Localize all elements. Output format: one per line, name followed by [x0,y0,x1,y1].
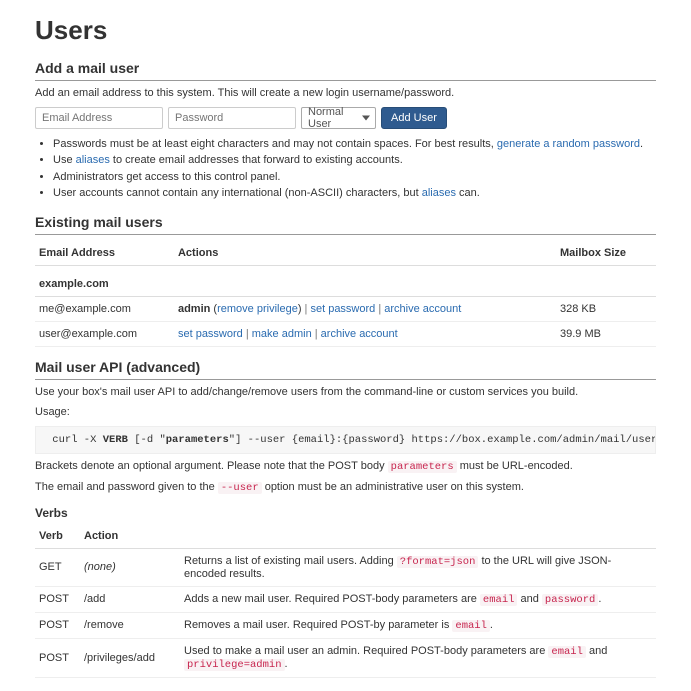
param-code: password [542,594,598,606]
col-action: Action [80,524,180,549]
make-admin-link[interactable]: make admin [252,328,312,340]
password-field[interactable] [168,107,296,129]
user-opt-code: --user [218,482,262,494]
add-user-button[interactable]: Add User [381,107,447,129]
verb-action: /add [80,586,180,612]
verb-desc: Adds a new mail user. Required POST-body… [180,586,656,612]
privilege-select[interactable]: Normal User [301,107,376,129]
param-code: ?format=json [397,556,479,568]
col-size: Mailbox Size [556,241,656,266]
verb-desc: Removes a mail user. Required POST-by pa… [180,612,656,638]
table-row: user@example.com set password | make adm… [35,321,656,346]
verb-method: GET [35,548,80,586]
verb-desc: Returns a list of existing mail users. A… [180,548,656,586]
page-title: Users [35,15,656,46]
verb-action: /privileges/add [80,638,180,677]
verb-method: POST [35,586,80,612]
domain-name: example.com [35,265,656,296]
param-code: privilege=admin [184,659,285,671]
privilege-selected: Normal User [308,106,357,130]
user-actions: set password | make admin | archive acco… [174,321,556,346]
verb-action: /remove [80,612,180,638]
note-intl: User accounts cannot contain any interna… [53,186,656,201]
col-actions: Actions [174,241,556,266]
archive-link[interactable]: archive account [384,303,461,315]
existing-heading: Existing mail users [35,214,656,235]
col-verb: Verb [35,524,80,549]
param-code: email [480,594,518,606]
verb-method: POST [35,638,80,677]
curl-example: curl -X VERB [-d "parameters"] --user {e… [35,426,656,454]
verb-row: POST/privileges/addUsed to make a mail u… [35,638,656,677]
mailbox-size: 328 KB [556,296,656,321]
email-field[interactable] [35,107,163,129]
archive-link[interactable]: archive account [321,328,398,340]
user-email: user@example.com [35,321,174,346]
api-usage-label: Usage: [35,406,656,418]
mailbox-size: 39.9 MB [556,321,656,346]
note-admins: Administrators get access to this contro… [53,170,656,185]
user-actions: admin (remove privilege) | set password … [174,296,556,321]
verb-action: (none) [80,548,180,586]
verb-row: GET(none)Returns a list of existing mail… [35,548,656,586]
add-user-notes: Passwords must be at least eight charact… [35,137,656,202]
note-password: Passwords must be at least eight charact… [53,137,656,152]
verb-row: POST/removeRemoves a mail user. Required… [35,612,656,638]
domain-row: example.com [35,265,656,296]
params-code: parameters [388,461,457,473]
generate-password-link[interactable]: generate a random password [497,138,640,150]
param-code: email [452,620,490,632]
aliases-link-2[interactable]: aliases [422,187,456,199]
table-row: me@example.com admin (remove privilege) … [35,296,656,321]
aliases-link[interactable]: aliases [76,154,110,166]
param-code: email [548,646,586,658]
add-user-heading: Add a mail user [35,60,656,81]
remove-privilege-link[interactable]: remove privilege [217,303,298,315]
verb-row: POST/addAdds a new mail user. Required P… [35,586,656,612]
api-intro: Use your box's mail user API to add/chan… [35,386,656,398]
admin-badge: admin [178,303,210,315]
verb-method: POST [35,612,80,638]
api-heading: Mail user API (advanced) [35,359,656,380]
add-user-form: Normal User Add User [35,107,656,129]
api-brackets-note: Brackets denote an optional argument. Pl… [35,460,656,473]
verb-desc: Used to make a mail user an admin. Requi… [180,638,656,677]
col-email: Email Address [35,241,174,266]
set-password-link[interactable]: set password [310,303,375,315]
add-user-intro: Add an email address to this system. Thi… [35,87,656,99]
col-desc [180,524,656,549]
verbs-heading: Verbs [35,506,656,520]
note-aliases: Use aliases to create email addresses th… [53,153,656,168]
api-useropt-note: The email and password given to the --us… [35,481,656,494]
set-password-link[interactable]: set password [178,328,243,340]
user-email: me@example.com [35,296,174,321]
users-table: Email Address Actions Mailbox Size examp… [35,241,656,347]
